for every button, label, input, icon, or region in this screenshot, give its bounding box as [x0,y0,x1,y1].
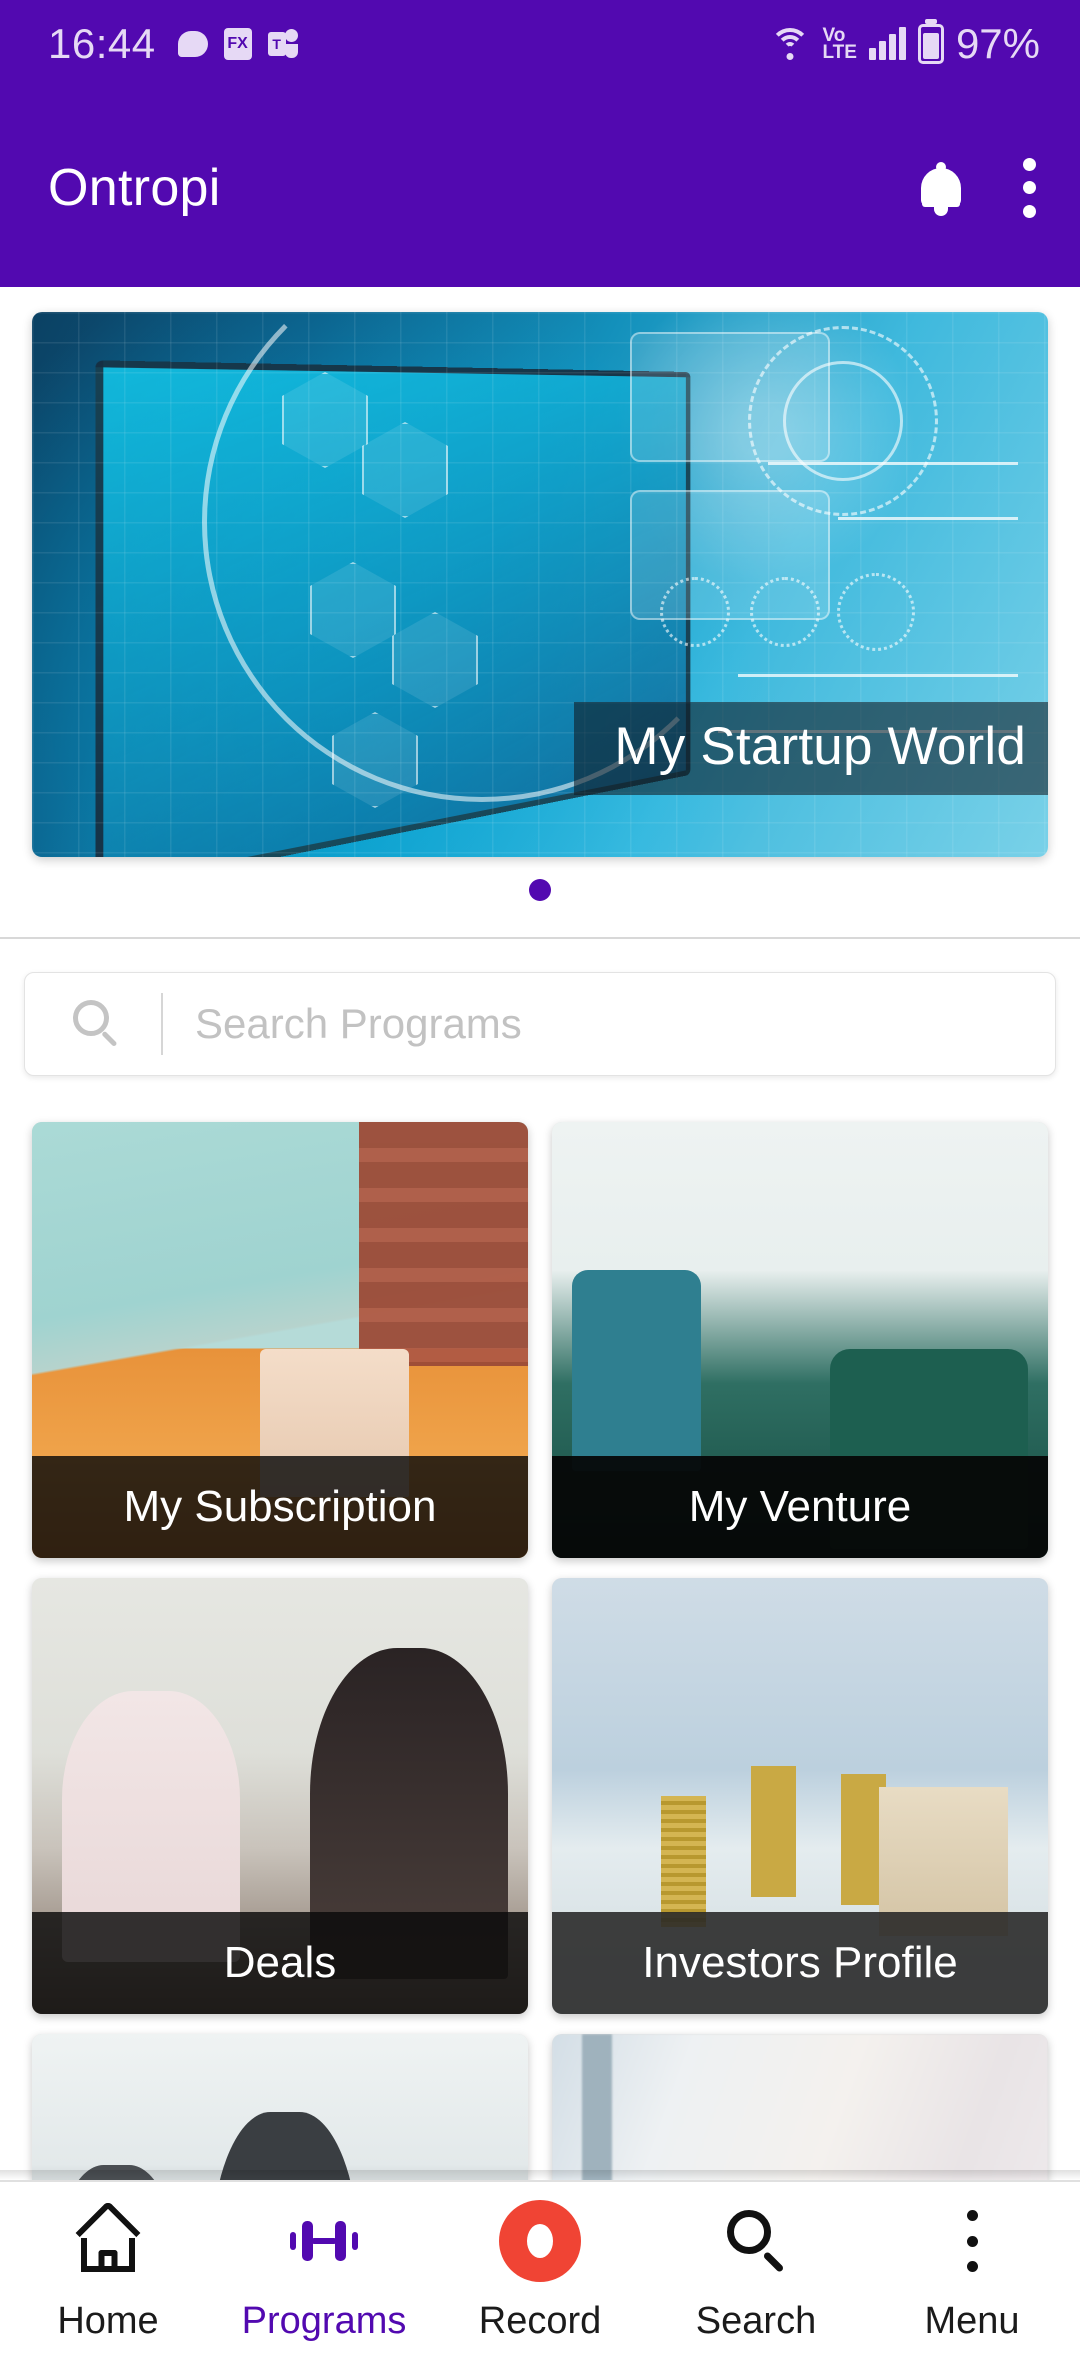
program-card-deals[interactable]: Deals [32,1578,528,2014]
battery-percent: 97% [955,20,1040,67]
nav-label: Programs [241,2300,407,2342]
nav-item-search[interactable]: Search [648,2204,864,2343]
search-icon [73,1000,121,1048]
program-card-my-subscription[interactable]: My Subscription [32,1122,528,1558]
status-clock: 16:44 [48,20,156,67]
kebab-menu-icon[interactable] [1022,157,1036,218]
bottom-nav-shadow [0,2170,1080,2180]
nav-item-menu[interactable]: Menu [864,2204,1080,2343]
volte-icon: Vo LTE [822,24,857,63]
nav-label: Search [695,2300,817,2342]
page-title: Ontropi [48,158,221,217]
nav-label: Home [57,2300,159,2342]
status-bar-right: Vo LTE 97% [770,20,1040,68]
section-divider [0,937,1080,939]
app-screen: 16:44 FX T Vo LTE 97% Ontropi My Startup… [0,0,1080,2376]
search-bar[interactable] [24,972,1056,1076]
program-card-label: Deals [32,1912,528,2014]
search-input[interactable] [195,1000,1055,1048]
bottom-navigation: Home Programs Record Search Menu [0,2180,1080,2376]
search-divider [161,993,163,1055]
banner-carousel: My Startup World [0,287,1080,939]
nav-label: Record [478,2300,602,2342]
banner-slide[interactable]: My Startup World [32,312,1048,857]
nav-item-home[interactable]: Home [0,2200,216,2343]
program-card-my-venture[interactable]: My Venture [552,1122,1048,1558]
signal-bars-icon [868,27,906,60]
status-bar-left: 16:44 FX T [48,20,298,68]
wifi-icon [770,28,811,60]
status-bar: 16:44 FX T Vo LTE 97% [0,0,1080,88]
nav-item-record[interactable]: Record [432,2200,648,2343]
ms-teams-icon: T [267,29,298,59]
status-notification-icons: FX T [177,28,298,60]
nav-item-programs[interactable]: Programs [216,2204,432,2343]
nav-label: Menu [924,2300,1020,2342]
search-section [0,972,1080,1090]
program-card-investors-profile[interactable]: Investors Profile [552,1578,1048,2014]
programs-grid: My Subscription My Venture Deals Investo… [0,1122,1080,2376]
chat-bubble-icon [177,31,208,57]
file-manager-icon: FX [223,28,252,60]
search-icon [723,2204,789,2278]
home-icon [74,2200,142,2278]
carousel-dot-active[interactable] [529,879,551,901]
battery-icon [917,24,944,64]
app-bar-actions [918,157,1036,218]
program-card-label: My Venture [552,1456,1048,1558]
app-bar: Ontropi [0,88,1080,287]
record-icon [499,2200,581,2282]
dumbbell-icon [286,2204,362,2278]
program-card-label: My Subscription [32,1456,528,1558]
banner-title: My Startup World [574,702,1048,795]
program-card-label: Investors Profile [552,1912,1048,2014]
bell-icon[interactable] [918,161,964,216]
kebab-menu-icon [965,2204,979,2278]
carousel-page-indicator [0,879,1080,901]
